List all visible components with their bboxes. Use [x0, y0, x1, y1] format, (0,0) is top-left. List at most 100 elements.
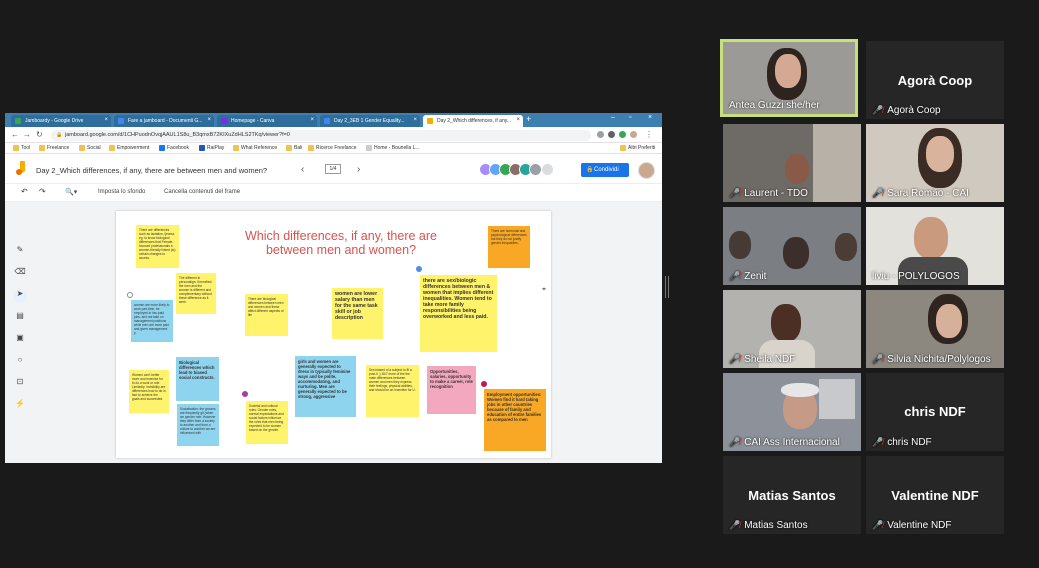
textbox-icon[interactable]: ⊡ — [13, 377, 27, 391]
close-tab-icon[interactable]: × — [516, 117, 520, 123]
laser-icon[interactable]: ⚡ — [13, 399, 27, 413]
close-tab-icon[interactable]: × — [310, 117, 314, 123]
set-background-button[interactable]: Imposta lo sfondo — [98, 189, 145, 195]
sticky-note[interactable]: women are more likely to work part-time,… — [131, 300, 173, 342]
forward-icon[interactable]: → — [23, 130, 31, 139]
undo-icon[interactable]: ↶ — [21, 187, 28, 196]
participant-label: 🎤̸ Silvia Nichita/Polylogos — [872, 354, 991, 365]
bookmark[interactable]: Bali — [286, 145, 302, 151]
bookmark-label: What Reference — [241, 145, 278, 151]
close-tab-icon[interactable]: × — [207, 117, 211, 123]
browser-tab[interactable]: Jamboardy - Google Drive × — [11, 115, 111, 127]
jamboard-frame[interactable]: Which differences, if any, there are bet… — [116, 211, 551, 458]
back-icon[interactable]: ← — [11, 130, 19, 139]
sticky-note[interactable]: There are hormonal and psychological dif… — [488, 226, 530, 268]
tab-label: Day 2_Which differences, if any... — [437, 118, 512, 124]
video-tile[interactable]: 🎤̸ Zenit — [723, 207, 861, 285]
participant-hair — [781, 383, 819, 397]
user-avatar[interactable] — [638, 162, 655, 179]
canva-icon — [221, 118, 227, 124]
video-tile[interactable]: Agorà Coop 🎤̸ Agorà Coop — [866, 41, 1004, 119]
bookmark[interactable]: RaiPlay — [199, 145, 224, 151]
sticky-note[interactable]: There are biological differences between… — [245, 294, 288, 336]
jamboard-logo-icon[interactable] — [15, 161, 29, 177]
video-tile[interactable]: 🎤̸ Sara Romão - CAI — [866, 124, 1004, 202]
participant-label: 🎤̸ Sheila NDF — [729, 354, 795, 365]
sticky-note[interactable]: Opportunities, salaries, opportunity to … — [427, 366, 476, 414]
sticky-note[interactable]: there are sex/biologic differences betwe… — [420, 275, 497, 352]
minimize-icon[interactable]: – — [611, 114, 615, 121]
video-tile[interactable]: chris NDF 🎤̸ chris NDF — [866, 373, 1004, 451]
close-tab-icon[interactable]: × — [104, 117, 108, 123]
more-avatars-badge[interactable] — [541, 163, 554, 176]
image-icon[interactable]: ▣ — [13, 333, 27, 347]
other-bookmarks[interactable]: Altri Preferiti — [620, 145, 655, 151]
extension-icon[interactable] — [597, 131, 604, 138]
participant-name: Silvia Nichita/Polylogos — [887, 354, 991, 365]
extension-icon[interactable] — [619, 131, 626, 138]
profile-icon[interactable] — [630, 131, 637, 138]
redo-icon[interactable]: ↷ — [39, 187, 46, 196]
sticky-note[interactable]: Employment opportunities: Women find it … — [484, 389, 546, 451]
participant-name-placeholder: Agorà Coop — [897, 73, 973, 88]
url-input[interactable]: 🔒 jamboard.google.com/d/1CHPuodnOvqjAAUL… — [51, 130, 591, 141]
sticky-note[interactable]: The different in personalign. Kennelled.… — [176, 273, 216, 314]
tab-label: Jamboardy - Google Drive — [25, 118, 84, 124]
shape-icon[interactable]: ○ — [13, 355, 27, 369]
eraser-icon[interactable]: ⌫ — [13, 267, 27, 281]
video-tile[interactable]: Matias Santos 🎤̸ Matias Santos — [723, 456, 861, 534]
prev-frame-icon[interactable]: ‹ — [301, 164, 304, 175]
bookmark[interactable]: Empowerment — [109, 145, 149, 151]
maximize-icon[interactable]: ▫ — [629, 114, 631, 121]
muted-mic-icon: 🎤̸ — [729, 354, 741, 364]
participant-name: liviu - POLYLOGOS — [872, 271, 960, 282]
video-tile[interactable]: 🎤̸ Silvia Nichita/Polylogos — [866, 290, 1004, 368]
sticky-note[interactable]: Women can't better more and exercise for… — [129, 370, 169, 413]
reload-icon[interactable]: ↻ — [36, 130, 43, 139]
bookmark[interactable]: Ricerce Freelance — [308, 145, 357, 151]
video-tile[interactable]: 🎤̸ CAI Ass Internacional — [723, 373, 861, 451]
bookmark[interactable]: Home - Bounella L... — [366, 145, 420, 151]
video-tile[interactable]: 🎤̸ Sheila NDF — [723, 290, 861, 368]
menu-icon[interactable]: ⋮ — [645, 130, 653, 139]
bookmark[interactable]: Tool — [13, 145, 30, 151]
extension-icon[interactable] — [608, 131, 615, 138]
bookmark[interactable]: Freelance — [39, 145, 69, 151]
sticky-note[interactable]: Sex-biased of a subject to fit a post-it… — [366, 365, 419, 417]
select-icon[interactable]: ➤ — [13, 289, 27, 303]
sticky-note-icon[interactable]: ▤ — [13, 311, 27, 325]
video-tile[interactable]: Valentine NDF 🎤̸ Valentine NDF — [866, 456, 1004, 534]
browser-tab-active[interactable]: Day 2_Which differences, if any... × — [423, 115, 523, 127]
video-tile[interactable]: 🎤̸ Laurent - TDO — [723, 124, 861, 202]
bookmark[interactable]: What Reference — [233, 145, 277, 151]
close-tab-icon[interactable]: × — [413, 117, 417, 123]
muted-mic-icon: 🎤̸ — [872, 105, 884, 115]
share-button[interactable]: 🔒 Condividi — [581, 163, 629, 177]
panel-resize-handle[interactable] — [665, 276, 669, 298]
bookmark[interactable]: Social — [79, 145, 101, 151]
bookmark[interactable]: Facebook — [159, 145, 189, 151]
browser-tab[interactable]: Fare a jamboard - Documenti G... × — [114, 115, 214, 127]
sticky-note[interactable]: Socialisation: the grooms are frequently… — [177, 404, 219, 446]
participant-name: CAI Ass Internacional — [744, 437, 840, 448]
video-tile-active-speaker[interactable]: Antea Guzzi she/her — [720, 39, 858, 117]
clear-frame-button[interactable]: Cancella contenuti del frame — [164, 189, 240, 195]
participant-name-placeholder: Matias Santos — [748, 488, 836, 503]
jamboard-title[interactable]: Day 2_Which differences, if any, there a… — [36, 166, 267, 175]
close-window-icon[interactable]: × — [648, 114, 652, 121]
video-tile[interactable]: liviu - POLYLOGOS — [866, 207, 1004, 285]
next-frame-icon[interactable]: › — [357, 164, 360, 175]
frame-counter[interactable]: 1/4 — [325, 164, 341, 174]
browser-tab[interactable]: Homepage - Canva × — [217, 115, 317, 127]
zoom-icon[interactable]: 🔍▾ — [65, 188, 77, 196]
sticky-note[interactable]: women are lower salary than men for the … — [332, 288, 383, 339]
pen-icon[interactable]: ✎ — [13, 245, 27, 259]
page-icon — [366, 145, 372, 151]
new-tab-button[interactable]: + — [526, 114, 531, 124]
sticky-note[interactable]: There are differences such as lactation,… — [136, 225, 179, 268]
sticky-note[interactable]: Biological differences which lead to bia… — [176, 357, 219, 401]
sticky-note[interactable]: Societal and cultural roles: Gender role… — [246, 401, 288, 444]
sticky-note[interactable]: girls and women are generally expected t… — [295, 356, 356, 417]
browser-tab[interactable]: Day 2_3EB 1 Gender Equality... × — [320, 115, 420, 127]
cursor-marker-icon — [416, 266, 422, 272]
